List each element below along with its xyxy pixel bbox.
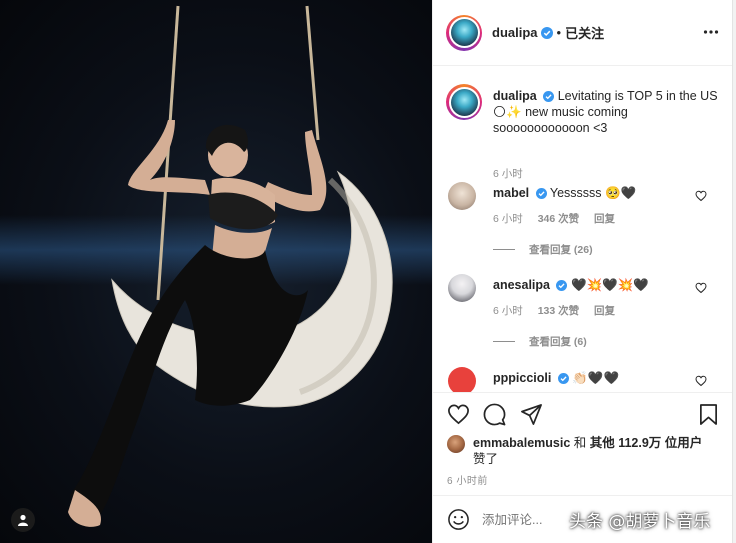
header-separator: • xyxy=(556,25,562,40)
comment-text: 👏🏻🖤🖤 xyxy=(572,371,620,385)
comment-time: 6 小时 xyxy=(493,213,523,225)
caption-avatar[interactable] xyxy=(446,84,482,120)
more-options-icon[interactable] xyxy=(703,24,719,40)
comments-list[interactable]: dualipa Levitating is TOP 5 in the US 🌕✨… xyxy=(433,67,733,392)
liker-avatar[interactable] xyxy=(447,435,465,453)
verified-badge-icon xyxy=(540,26,553,39)
action-bar xyxy=(447,403,719,427)
post-actions-area: emmabalemusic 和 其他 112.9万 位用户赞了 6 小时前 xyxy=(433,392,733,495)
share-send-icon[interactable] xyxy=(520,403,543,426)
view-replies-label: 查看回复 (6) xyxy=(529,336,587,348)
like-comment-heart-icon[interactable] xyxy=(695,375,707,387)
verified-badge-icon xyxy=(557,373,569,384)
source-watermark: 头条 @胡萝卜音乐 xyxy=(569,512,711,532)
right-rope xyxy=(305,5,320,141)
save-bookmark-icon[interactable] xyxy=(698,403,719,426)
comment-text: Yessssss 🥺🖤 xyxy=(549,186,637,200)
comment-username[interactable]: anesalipa xyxy=(493,278,550,292)
reply-button[interactable]: 回复 xyxy=(594,305,615,317)
window-edge xyxy=(732,0,736,543)
following-button[interactable]: 已关注 xyxy=(565,23,604,42)
view-replies-label: 查看回复 (26) xyxy=(529,244,593,256)
user-tag-button[interactable] xyxy=(11,508,35,532)
user-icon xyxy=(18,514,28,526)
liker-username[interactable]: emmabalemusic xyxy=(473,436,570,450)
like-heart-icon[interactable] xyxy=(447,403,470,426)
verified-badge-icon xyxy=(543,91,555,102)
comment-avatar[interactable] xyxy=(448,367,476,392)
comment-time: 6 小时 xyxy=(493,305,523,317)
caption-time: 6 小时 xyxy=(493,168,523,180)
likes-connector: 和 xyxy=(570,436,590,450)
comment-meta: 6 小时 133 次赞 回复 xyxy=(493,303,627,318)
like-comment-heart-icon[interactable] xyxy=(695,190,707,202)
emoji-smile-icon[interactable] xyxy=(447,508,470,531)
comment-likes[interactable]: 346 次赞 xyxy=(538,213,579,225)
view-replies-button[interactable]: 查看回复 (6) xyxy=(493,334,587,349)
comment-username[interactable]: mabel xyxy=(493,186,529,200)
verified-badge-icon xyxy=(535,188,547,199)
post-side-panel: dualipa • 已关注 dualipa Levitating is TOP … xyxy=(432,0,733,543)
verified-badge-icon xyxy=(556,280,568,291)
author-username[interactable]: dualipa xyxy=(492,25,538,40)
comment-likes[interactable]: 133 次赞 xyxy=(538,305,579,317)
comment-text-block: anesalipa 🖤💥🖤💥🖤 xyxy=(493,277,693,293)
comment-avatar[interactable] xyxy=(448,182,476,210)
post-photo[interactable] xyxy=(0,0,432,543)
view-replies-button[interactable]: 查看回复 (26) xyxy=(493,242,593,257)
likes-others[interactable]: 其他 112.9万 位用户 xyxy=(590,436,703,450)
reply-button[interactable]: 回复 xyxy=(594,213,615,225)
comment-text: 🖤💥🖤💥🖤 xyxy=(570,278,649,292)
comment-username[interactable]: pppiccioli xyxy=(493,371,551,385)
likes-text: emmabalemusic 和 其他 112.9万 位用户赞了 xyxy=(473,435,713,467)
post-header: dualipa • 已关注 xyxy=(433,0,733,66)
comment-text-block: mabel Yessssss 🥺🖤 xyxy=(493,185,693,201)
comment-meta: 6 小时 346 次赞 回复 xyxy=(493,211,627,226)
post-timestamp[interactable]: 6 小时前 xyxy=(447,472,488,487)
like-comment-heart-icon[interactable] xyxy=(695,282,707,294)
likes-suffix: 赞了 xyxy=(473,452,499,466)
caption-text-block: dualipa Levitating is TOP 5 in the US 🌕✨… xyxy=(493,88,718,136)
author-avatar[interactable] xyxy=(446,14,482,51)
comment-avatar[interactable] xyxy=(448,274,476,302)
comment-text-block: pppiccioli 👏🏻🖤🖤 xyxy=(493,370,693,386)
caption-username[interactable]: dualipa xyxy=(493,89,537,103)
comment-bubble-icon[interactable] xyxy=(483,403,506,426)
photo-scene xyxy=(68,5,393,527)
